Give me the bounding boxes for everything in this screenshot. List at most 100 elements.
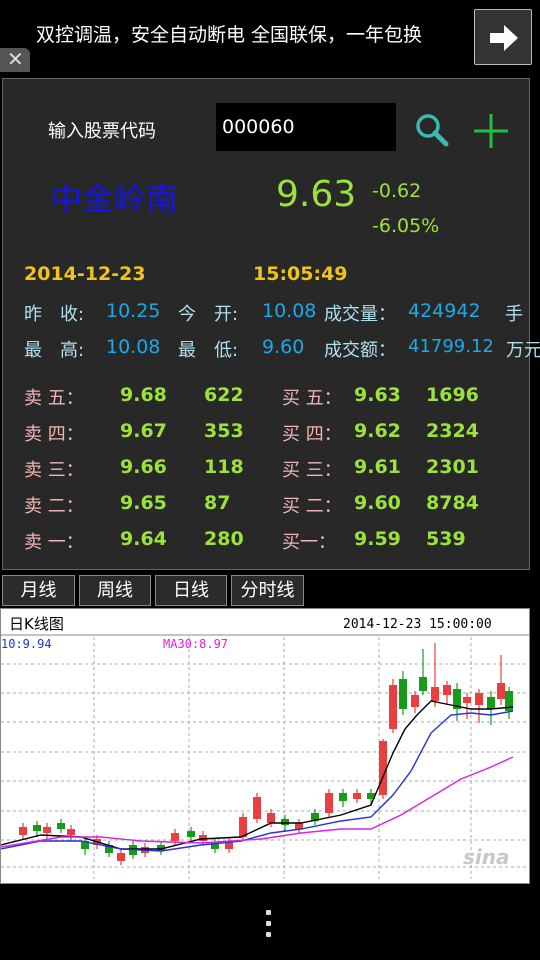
tab-daily[interactable]: 日线 [155,575,227,606]
ma30-label: MA30:8.97 [163,637,228,651]
ad-arrow-button[interactable] [474,9,532,65]
ad-close-button[interactable]: ✕ [0,47,30,72]
tab-monthly[interactable]: 月线 [2,575,75,606]
candle-body [379,741,387,795]
bid-volume: 2301 [426,456,479,478]
candles [19,643,513,865]
stock-name: 中金岭南 [50,180,179,218]
ask-label: 卖 二： [24,496,84,517]
bid-price: 9.62 [354,420,401,442]
tab-intraday[interactable]: 分时线 [231,575,304,606]
amount-value: 41799.12 [408,336,494,357]
open-value: 10.08 [262,300,317,322]
ma-left-label: 10:9.94 [1,637,52,651]
ma-lines [1,700,514,852]
amount-label: 成交额： [324,340,396,361]
candle-body [339,793,347,801]
bid-label: 买 五： [282,388,342,409]
candle-body [281,819,289,825]
volume-unit: 手 [505,304,523,325]
bid-volume: 1696 [426,384,479,406]
candle-body [463,697,471,703]
amount-unit: 万元 [506,340,540,361]
stock-price: 9.63 [276,174,357,215]
candle-body [187,831,195,837]
candle-body [353,793,361,799]
bid-volume: 2324 [426,420,479,442]
chart-grid [1,634,529,879]
prev-close-value: 10.25 [106,300,161,322]
ask-volume: 87 [204,492,231,514]
bid-price: 9.61 [354,456,401,478]
ad-text[interactable]: 双控调温，安全自动断电 全国联保，一年包换 [36,20,422,47]
candle-body [199,835,207,841]
bid-label: 买 二： [282,496,342,517]
ask-label: 卖 三： [24,460,84,481]
candle-body [171,833,179,841]
bid-label: 买一： [282,532,336,553]
chart-timestamp: 2014-12-23 15:00:00 [343,617,492,632]
candle-body [419,677,427,691]
candle-body [43,827,51,833]
candle-body [497,683,505,699]
candle-body [487,697,495,709]
quote-date: 2014-12-23 [24,263,146,285]
navigation-bar [0,888,540,960]
candle-body [67,829,75,835]
kline-chart[interactable]: 日K线图 2014-12-23 15:00:00 10:9.94 MA30:8.… [0,608,530,884]
volume-label: 成交量： [324,304,396,325]
ask-label: 卖 五： [24,388,84,409]
candle-body [295,823,303,829]
candle-body [117,853,125,861]
ask-price: 9.65 [120,492,167,514]
sina-watermark: sina [463,845,510,869]
bid-label: 买 四： [282,424,342,445]
candle-body [389,685,397,729]
candle-body [253,797,261,819]
price-change: -0.62 [372,180,422,202]
chart-title: 日K线图 [9,615,64,633]
low-label: 最 低: [178,340,239,361]
ask-price: 9.64 [120,528,167,550]
prev-close-label: 昨 收: [24,304,85,325]
candle-body [399,679,407,709]
bid-price: 9.59 [354,528,401,550]
high-value: 10.08 [106,336,161,358]
stock-code-label: 输入股票代码 [48,121,156,142]
search-icon[interactable] [414,112,450,148]
overflow-menu-icon[interactable] [250,902,288,946]
ask-volume: 118 [204,456,244,478]
ask-label: 卖 四： [24,424,84,445]
price-change-pct: -6.05% [372,215,440,237]
ask-price: 9.67 [120,420,167,442]
volume-value: 424942 [408,300,481,322]
bid-price: 9.63 [354,384,401,406]
ma-short-line [1,700,514,850]
tab-weekly[interactable]: 周线 [79,575,151,606]
candle-body [325,793,333,813]
quote-time: 15:05:49 [253,263,348,285]
candle-body [431,687,439,701]
ask-price: 9.66 [120,456,167,478]
candle-body [19,827,27,835]
ad-banner[interactable]: 双控调温，安全自动断电 全国联保，一年包换 [0,0,540,72]
candle-body [443,685,451,695]
bid-price: 9.60 [354,492,401,514]
kline-svg: 日K线图 2014-12-23 15:00:00 10:9.94 MA30:8.… [1,615,529,879]
bid-label: 买 三： [282,460,342,481]
stock-code-input[interactable] [216,103,396,151]
high-label: 最 高: [24,340,85,361]
arrow-right-icon [490,25,518,51]
open-label: 今 开: [178,304,239,325]
ask-price: 9.68 [120,384,167,406]
candle-body [267,813,275,823]
plus-icon[interactable] [472,112,510,150]
low-value: 9.60 [262,336,305,358]
candle-body [475,693,483,705]
bid-volume: 8784 [426,492,479,514]
ask-volume: 280 [204,528,244,550]
ask-label: 卖 一： [24,532,84,553]
close-icon: ✕ [7,47,24,71]
ask-volume: 353 [204,420,244,442]
bid-volume: 539 [426,528,466,550]
